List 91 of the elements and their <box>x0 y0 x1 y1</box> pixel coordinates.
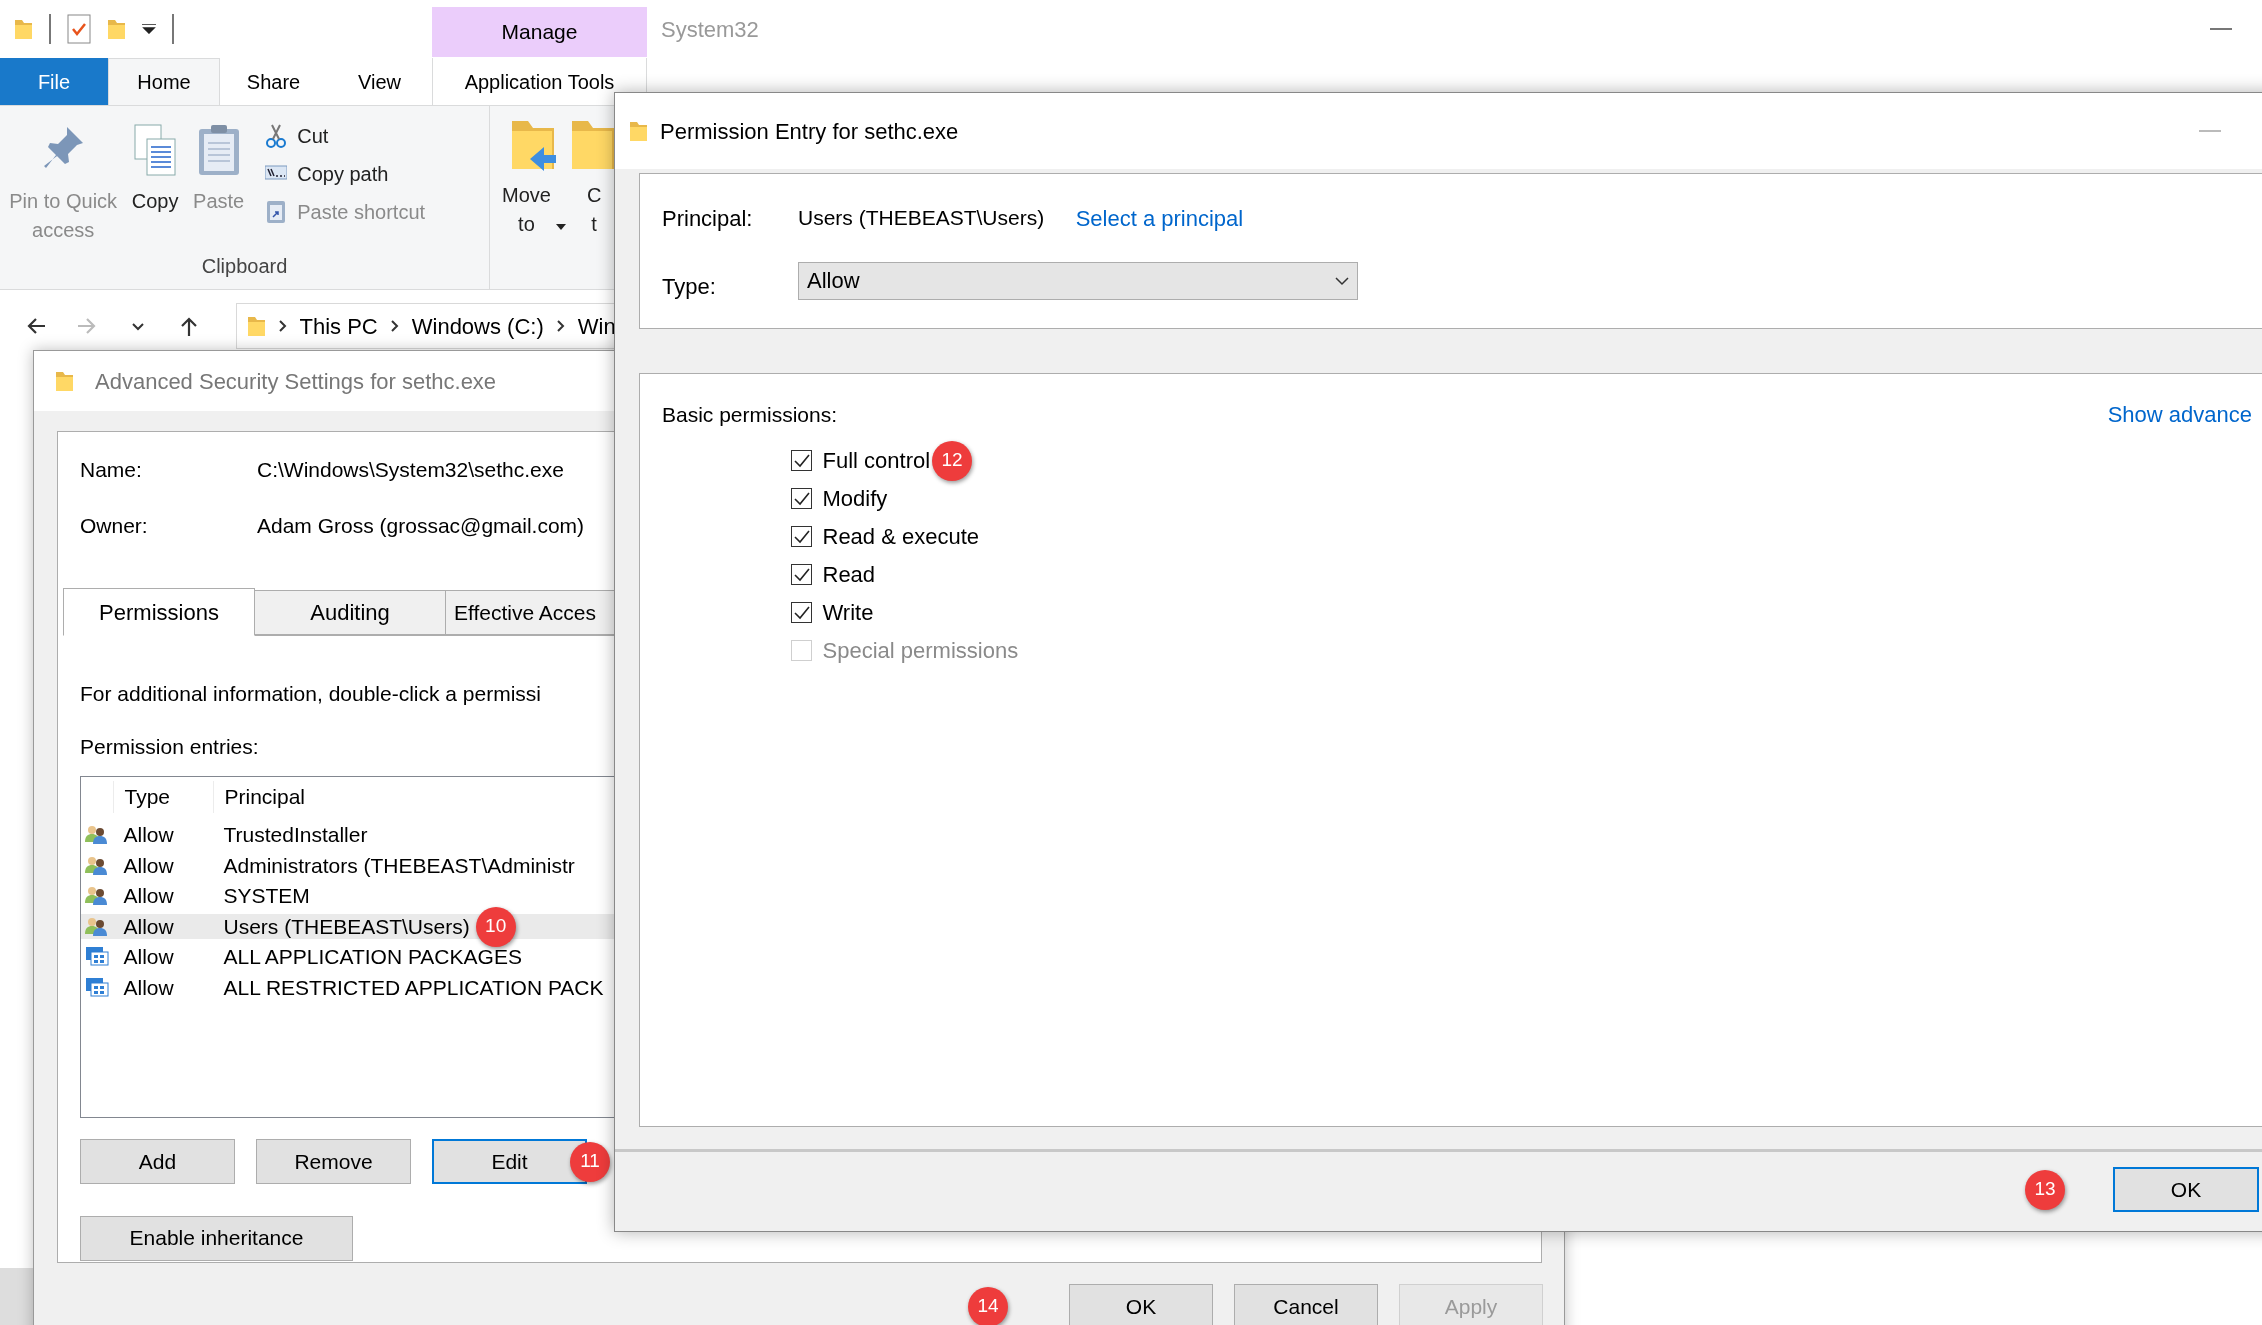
ok-button[interactable]: OK <box>2113 1167 2259 1212</box>
button[interactable]: Remove <box>256 1139 411 1184</box>
ribbon-button[interactable]: Move to <box>500 106 569 289</box>
ribbon-tab[interactable]: Application Tools <box>432 58 647 105</box>
table-cell-text: Allow <box>122 974 175 1001</box>
field-value: Users (THEBEAST\Users) <box>798 205 1045 232</box>
permission-checkbox[interactable]: Modify <box>791 482 888 515</box>
checkmark-icon <box>793 567 810 582</box>
step-number-badge: 14 <box>968 1286 1008 1325</box>
step-number-badge: 11 <box>570 1141 610 1182</box>
section-label: Permission entries: <box>80 733 259 760</box>
list-row[interactable]: Allow TrustedInstaller <box>81 822 1579 848</box>
step-number-badge: 10 <box>475 906 516 947</box>
checkmark-icon <box>793 453 810 468</box>
table-cell-text: Administrators (THEBEAST\Administr <box>222 852 575 879</box>
dialog-title: Permission Entry for sethc.exe <box>660 117 960 146</box>
group-label: Clipboard <box>200 254 289 279</box>
users-icon <box>85 885 109 907</box>
chevron-right-icon <box>277 319 288 333</box>
list-row[interactable]: Allow ALL RESTRICTED APPLICATION PACK <box>81 975 1579 1000</box>
folder-icon <box>246 315 266 337</box>
folder-icon <box>14 18 33 40</box>
scissors-icon <box>264 123 287 148</box>
users-icon <box>85 915 109 938</box>
ribbon-button[interactable]: Cut <box>258 116 432 155</box>
shortcut-icon <box>264 199 287 224</box>
permission-checkbox[interactable]: Full control <box>791 444 931 477</box>
ribbon-button[interactable]: Copy path <box>258 154 432 193</box>
tab[interactable]: Permissions <box>63 588 255 636</box>
table-cell-text: Allow <box>122 822 175 849</box>
table-cell-text: TrustedInstaller <box>222 822 368 849</box>
checkmark-icon <box>793 605 810 620</box>
column-header[interactable]: Type <box>113 781 213 813</box>
step-number-badge: 12 <box>932 440 973 481</box>
button[interactable]: Add <box>80 1139 235 1184</box>
breadcrumb[interactable]: Windows (C:) <box>411 309 544 343</box>
enable-inheritance-button[interactable]: Enable inheritance <box>80 1215 353 1261</box>
tab[interactable]: Auditing <box>254 590 446 635</box>
section-label: Basic permissions: <box>662 401 838 428</box>
contextual-tab-header: Manage <box>432 7 647 57</box>
app-packages-icon <box>85 946 109 968</box>
dropdown-arrow-icon[interactable] <box>142 24 156 34</box>
ribbon-tab[interactable]: Share <box>220 58 327 105</box>
select-principal-link[interactable]: Select a principal <box>1075 201 1244 235</box>
button[interactable]: OK <box>1069 1284 1213 1325</box>
field-label: Principal: <box>662 204 754 233</box>
type-dropdown[interactable]: Allow <box>798 261 1358 300</box>
dialog-title: Advanced Security Settings for sethc.exe <box>95 367 497 396</box>
list-row[interactable]: Allow ALL APPLICATION PACKAGES <box>81 944 1579 970</box>
field-value: Adam Gross (grossac@gmail.com) <box>257 513 585 539</box>
table-cell-text: SYSTEM <box>222 883 310 910</box>
table-cell-text: Allow <box>122 852 175 879</box>
field-label: Type: <box>662 272 717 301</box>
chevron-down-icon <box>1335 275 1349 286</box>
ribbon-tab[interactable]: View <box>327 58 432 105</box>
show-advanced-link[interactable]: Show advance <box>2107 398 2252 431</box>
folder-icon <box>629 120 648 142</box>
field-label: Name: <box>80 457 143 483</box>
info-text: For additional information, double-click a permissi <box>80 681 542 707</box>
ribbon-tab[interactable]: Home <box>108 58 220 105</box>
table-cell-text: Allow <box>122 883 175 910</box>
users-icon <box>85 854 109 877</box>
chevron-right-icon <box>389 319 400 333</box>
table-cell-text: Allow <box>122 944 175 971</box>
window-title: System32 <box>660 15 760 44</box>
app-packages-icon <box>85 976 109 999</box>
button[interactable]: Cancel <box>1234 1284 1378 1325</box>
list-row[interactable]: Allow SYSTEM <box>81 883 1579 909</box>
ribbon-button[interactable]: Copy <box>127 116 184 251</box>
breadcrumb[interactable]: Win <box>577 309 616 343</box>
field-label: Owner: <box>80 513 149 539</box>
field-value: C:\Windows\System32\sethc.exe <box>257 457 564 483</box>
checkmark-icon <box>793 529 810 544</box>
checkmark-icon <box>793 491 810 506</box>
ribbon-tab[interactable]: File <box>0 58 108 105</box>
step-number-badge: 13 <box>2025 1169 2065 1210</box>
list-row[interactable]: Allow Administrators (THEBEAST\Administr <box>81 853 1579 878</box>
permission-checkbox[interactable]: Read <box>791 558 876 591</box>
table-cell-text: Allow <box>122 913 175 940</box>
users-icon <box>85 824 109 846</box>
folder-icon <box>55 370 74 392</box>
permission-checkbox[interactable]: Read & execute <box>791 520 980 553</box>
navigation-pane <box>0 1268 33 1325</box>
table-cell-text: Users (THEBEAST\Users) <box>222 913 470 940</box>
breadcrumb[interactable]: This PC <box>299 309 378 343</box>
table-cell-text: ALL APPLICATION PACKAGES <box>222 944 522 971</box>
column-header[interactable]: Principal <box>213 781 306 813</box>
chevron-right-icon <box>555 319 566 333</box>
checklist-icon[interactable] <box>67 14 91 44</box>
permission-checkbox[interactable]: Write <box>791 596 874 629</box>
table-cell-text: ALL RESTRICTED APPLICATION PACK <box>222 974 604 1001</box>
